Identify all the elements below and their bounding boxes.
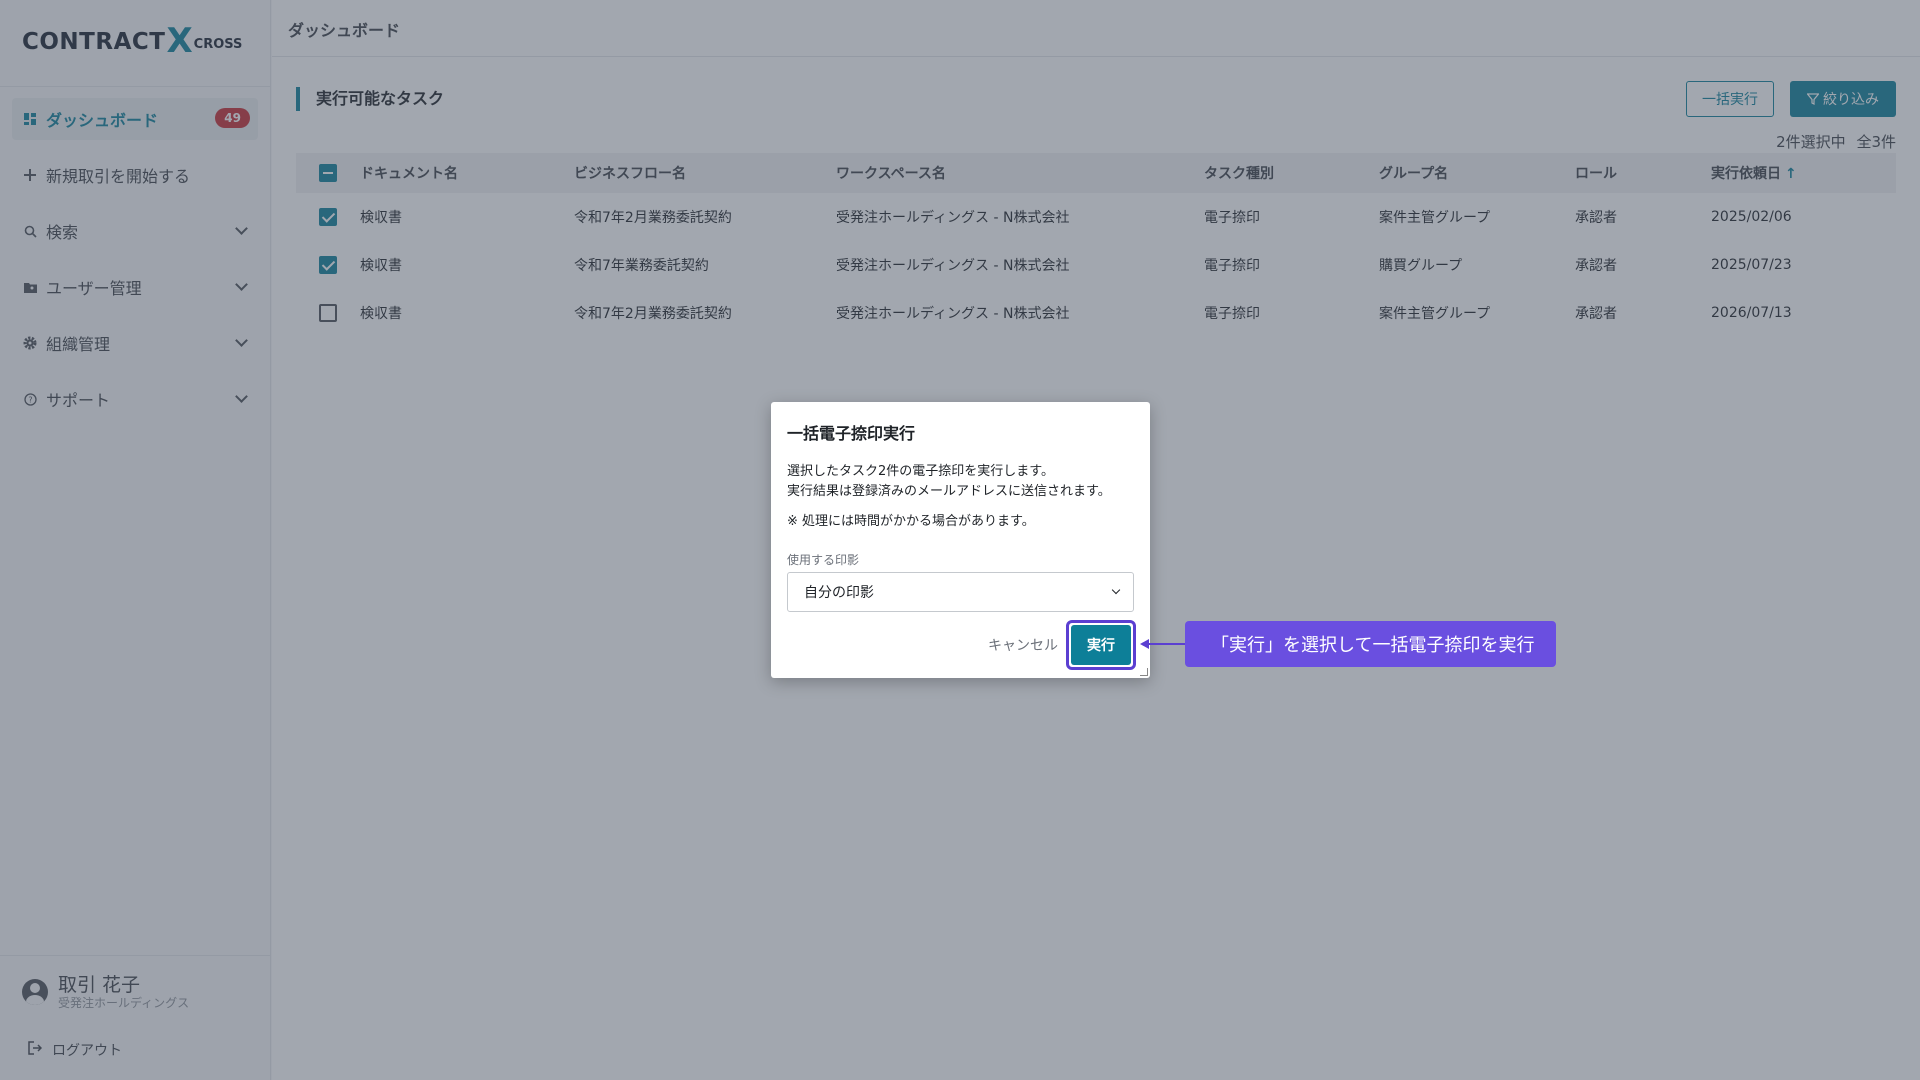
seal-select-value: 自分の印影 [804, 585, 874, 601]
execute-button[interactable]: 実行 [1071, 625, 1131, 665]
chevron-down-icon [1111, 585, 1121, 595]
dialog-message: 選択したタスク2件の電子捺印を実行します。 実行結果は登録済みのメールアドレスに… [787, 462, 1134, 502]
tutorial-callout: 「実行」を選択して一括電子捺印を実行 [1185, 621, 1556, 667]
callout-arrow-icon [1140, 639, 1149, 649]
resize-handle-icon[interactable] [1140, 668, 1148, 676]
seal-field-label: 使用する印影 [787, 553, 860, 567]
bulk-stamp-dialog: 一括電子捺印実行 選択したタスク2件の電子捺印を実行します。 実行結果は登録済み… [771, 402, 1150, 678]
callout-connector [1145, 643, 1185, 645]
seal-select[interactable]: 自分の印影 [787, 572, 1134, 612]
dialog-note: ※ 処理には時間がかかる場合があります。 [787, 514, 1035, 529]
cancel-button[interactable]: キャンセル [988, 635, 1058, 655]
dialog-title: 一括電子捺印実行 [787, 424, 916, 443]
dialog-message-line: 選択したタスク2件の電子捺印を実行します。 [787, 464, 1054, 479]
dialog-message-line: 実行結果は登録済みのメールアドレスに送信されます。 [787, 484, 1111, 499]
